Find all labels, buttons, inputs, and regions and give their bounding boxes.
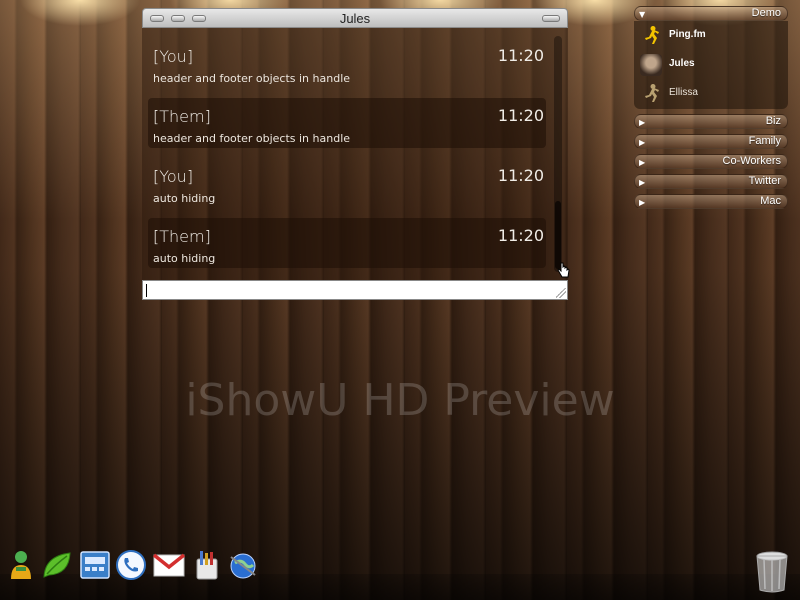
message-sender: [You] xyxy=(153,47,194,66)
notes-icon[interactable] xyxy=(190,548,224,582)
text-caret xyxy=(146,284,147,297)
aim-runner-dim-icon xyxy=(640,83,662,105)
buddy-item[interactable]: Jules xyxy=(638,52,784,78)
message-sender: [Them] xyxy=(153,227,211,246)
group-name: Biz xyxy=(765,115,781,127)
disclosure-closed-icon[interactable]: ▶ xyxy=(639,198,645,207)
message-item: [Them] 11:20 header and footer objects i… xyxy=(148,98,546,148)
group-header-demo[interactable]: ▼ Demo xyxy=(634,6,788,21)
gmail-icon[interactable] xyxy=(152,548,186,582)
message-time: 11:20 xyxy=(497,226,544,245)
buddy-name: Ellissa xyxy=(669,87,698,98)
message-time: 11:20 xyxy=(497,106,544,125)
buddy-item[interactable]: Ping.fm xyxy=(638,23,784,49)
message-time: 11:20 xyxy=(497,166,544,185)
scroll-thumb[interactable] xyxy=(555,201,561,269)
chat-window: Jules [You] 11:20 header and footer obje… xyxy=(142,8,570,300)
aim-runner-icon xyxy=(640,25,662,47)
message-scrollbar[interactable] xyxy=(554,36,562,272)
disclosure-closed-icon[interactable]: ▶ xyxy=(639,118,645,127)
resize-grip-icon[interactable] xyxy=(556,288,566,298)
group-body-demo: Ping.fm Jules Ellissa xyxy=(634,21,788,109)
group-header-coworkers[interactable]: ▶ Co-Workers xyxy=(634,154,788,169)
group-name: Demo xyxy=(751,7,781,19)
group-name: Co-Workers xyxy=(722,155,781,167)
message-input[interactable] xyxy=(142,280,568,300)
group-header-family[interactable]: ▶ Family xyxy=(634,134,788,149)
disclosure-closed-icon[interactable]: ▶ xyxy=(639,138,645,147)
group-name: Family xyxy=(748,135,781,147)
buddy-list: ▼ Demo Ping.fm Jules Ellissa ▶ Biz ▶ Fam… xyxy=(634,6,788,214)
message-list: [You] 11:20 header and footer objects in… xyxy=(142,28,570,280)
message-item: [Them] 11:20 auto hiding xyxy=(148,218,546,268)
disclosure-open-icon[interactable]: ▼ xyxy=(639,10,645,19)
window-title: Jules xyxy=(339,11,371,26)
calculator-icon[interactable] xyxy=(78,548,112,582)
group-header-biz[interactable]: ▶ Biz xyxy=(634,114,788,129)
group-header-twitter[interactable]: ▶ Twitter xyxy=(634,174,788,189)
group-name: Twitter xyxy=(748,175,781,187)
message-sender: [Them] xyxy=(153,107,211,126)
message-text: auto hiding xyxy=(153,192,216,205)
group-header-mac[interactable]: ▶ Mac xyxy=(634,194,788,209)
trash-icon[interactable] xyxy=(752,550,792,594)
message-item: [You] 11:20 header and footer objects in… xyxy=(148,38,546,88)
leaf-icon[interactable] xyxy=(40,548,74,582)
dock xyxy=(0,540,800,600)
globe-icon[interactable] xyxy=(226,548,260,582)
buddy-item[interactable]: Ellissa xyxy=(638,81,784,107)
disclosure-closed-icon[interactable]: ▶ xyxy=(639,158,645,167)
message-text: header and footer objects in handle xyxy=(153,72,351,85)
buddy-name: Ping.fm xyxy=(669,29,706,40)
message-text: auto hiding xyxy=(153,252,216,265)
group-name: Mac xyxy=(760,195,781,207)
toolbar-toggle-button[interactable] xyxy=(542,15,560,22)
chat-titlebar[interactable]: Jules xyxy=(142,8,568,28)
messenger-buddy-icon[interactable] xyxy=(4,548,38,582)
buddy-name: Jules xyxy=(669,58,695,69)
message-time: 11:20 xyxy=(497,46,544,65)
phone-icon[interactable] xyxy=(114,548,148,582)
disclosure-closed-icon[interactable]: ▶ xyxy=(639,178,645,187)
recording-watermark: iShowU HD Preview xyxy=(185,375,615,426)
message-item: [You] 11:20 auto hiding xyxy=(148,158,546,208)
message-text: header and footer objects in handle xyxy=(153,132,351,145)
avatar-photo-icon xyxy=(640,54,662,76)
message-sender: [You] xyxy=(153,167,194,186)
